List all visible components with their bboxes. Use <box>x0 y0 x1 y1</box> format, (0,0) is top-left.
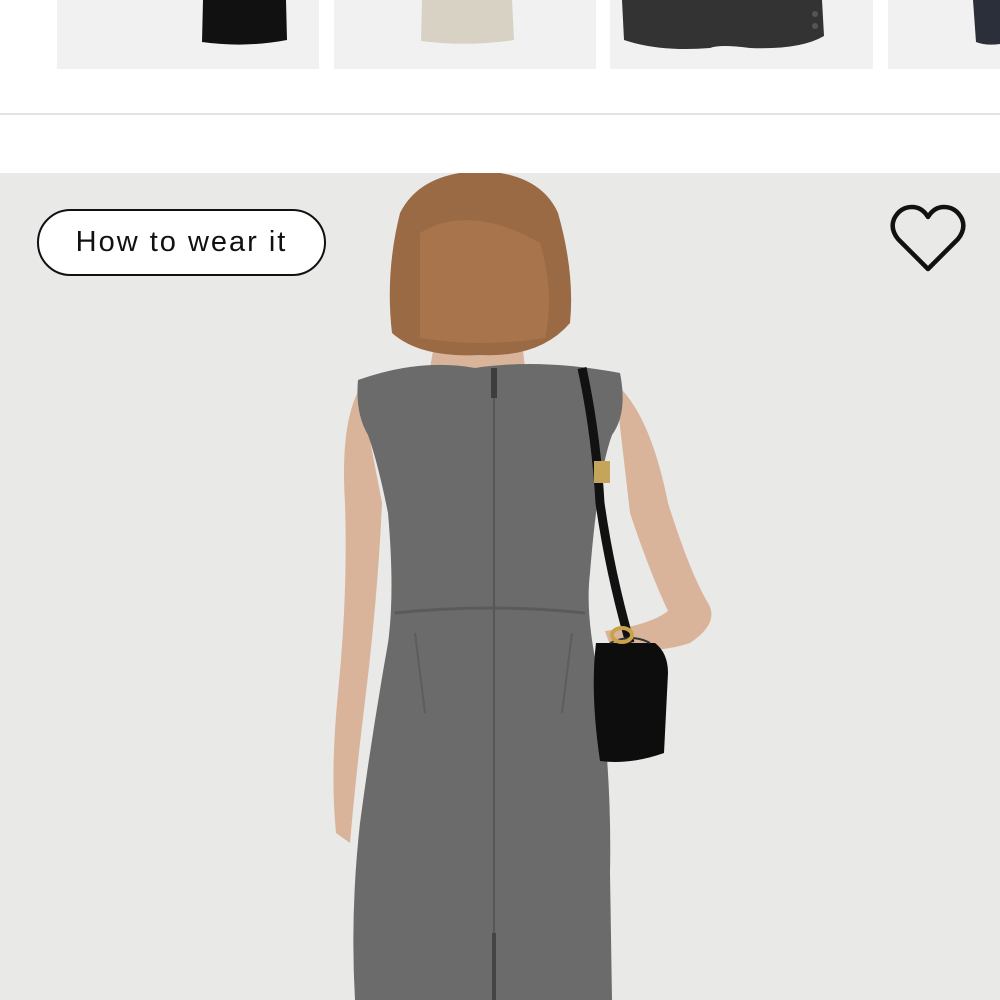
how-to-wear-button[interactable]: How to wear it <box>37 209 326 276</box>
product-page: How to wear it <box>0 0 1000 1000</box>
product-thumbnail-beige-skirt[interactable] <box>334 0 596 69</box>
navy-item-thumbnail-icon <box>973 0 1000 45</box>
product-thumbnail-black-skirt[interactable] <box>57 0 319 69</box>
related-products-strip <box>0 0 1000 70</box>
black-skirt-thumbnail-icon <box>202 0 287 45</box>
section-divider <box>0 113 1000 115</box>
product-hero-image[interactable] <box>0 173 1000 1000</box>
beige-skirt-thumbnail-icon <box>421 0 514 44</box>
heart-icon <box>890 204 966 272</box>
charcoal-blazer-thumbnail-icon <box>622 0 824 49</box>
product-thumbnail-navy-item[interactable] <box>888 0 1000 69</box>
model-dress-back-view-icon <box>0 173 1000 1000</box>
wishlist-heart-button[interactable] <box>888 203 968 275</box>
product-thumbnail-charcoal-blazer[interactable] <box>610 0 873 69</box>
how-to-wear-label: How to wear it <box>75 226 288 258</box>
